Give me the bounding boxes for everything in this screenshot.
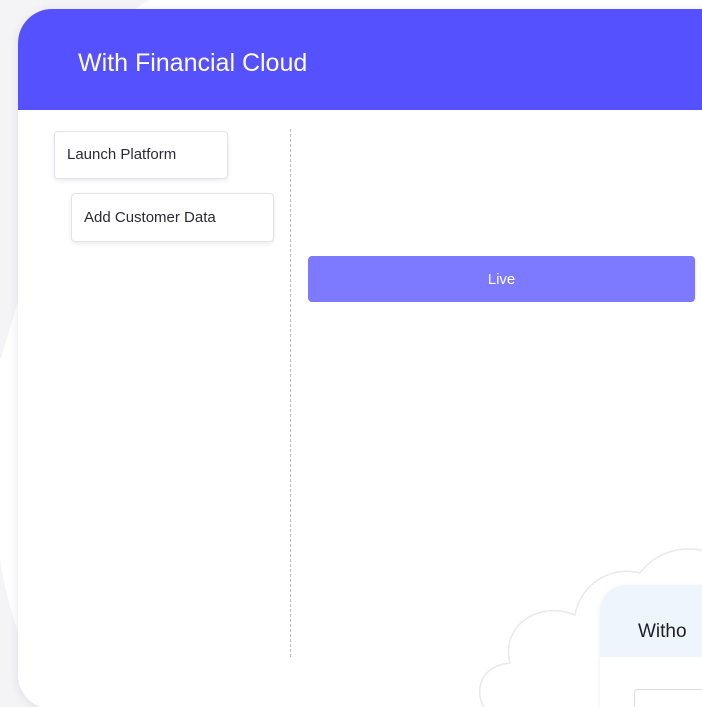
- without-step-box: [634, 689, 702, 707]
- diagram-stage: With Financial Cloud Launch Platform Add…: [0, 0, 702, 707]
- without-financial-cloud-card: Witho: [600, 585, 702, 707]
- add-customer-data-step: Add Customer Data: [71, 193, 274, 242]
- without-card-header: Witho: [600, 585, 702, 657]
- card-title: With Financial Cloud: [78, 49, 308, 77]
- live-status-bar: Live: [308, 256, 695, 302]
- timeline-divider: [290, 129, 291, 657]
- card-header: With Financial Cloud: [18, 9, 702, 110]
- without-card-title: Witho: [638, 621, 687, 642]
- launch-platform-step: Launch Platform: [54, 131, 228, 179]
